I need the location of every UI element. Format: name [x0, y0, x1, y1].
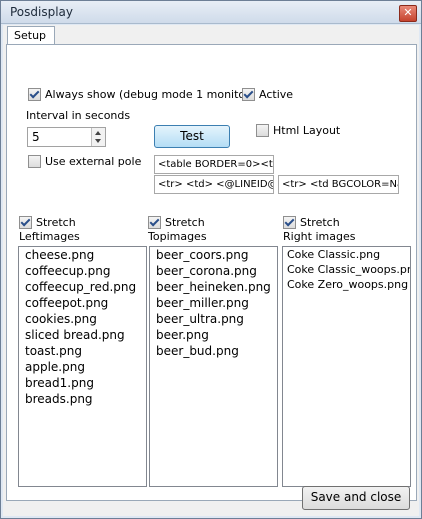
list-item[interactable]: apple.png	[19, 359, 146, 375]
list-item[interactable]: beer_ultra.png	[150, 311, 277, 327]
leftimages-list[interactable]: cheese.png coffeecup.png coffeecup_red.png…	[18, 246, 147, 487]
use-external-pole-label: Use external pole	[45, 155, 142, 168]
list-item[interactable]: Coke Classic.png	[283, 247, 410, 262]
app-window: Posdisplay ✕ Setup Always show (debug mo…	[0, 0, 422, 519]
setup-tab-page: Always show (debug mode 1 monitor) Activ…	[6, 44, 417, 501]
html-layout-label: Html Layout	[273, 124, 341, 137]
list-item[interactable]: bread1.png	[19, 375, 146, 391]
list-item[interactable]: Coke Zero_woops.png	[283, 277, 410, 292]
list-item[interactable]: cookies.png	[19, 311, 146, 327]
list-item[interactable]: beer_bud.png	[150, 343, 277, 359]
list-item[interactable]: toast.png	[19, 343, 146, 359]
topimages-title: Topimages	[148, 230, 207, 243]
stretch-top-checkbox[interactable]	[148, 216, 161, 229]
interval-value: 5	[32, 130, 40, 144]
spinner-up-icon[interactable]	[95, 131, 101, 135]
row-tag-field[interactable]: <tr> <td> <@LINEID@>	[154, 175, 274, 194]
tab-setup[interactable]: Setup	[7, 26, 55, 45]
list-item[interactable]: beer_heineken.png	[150, 279, 277, 295]
title-bar[interactable]: Posdisplay ✕	[1, 1, 421, 24]
table-tag-field[interactable]: <table BORDER=0><tr>	[154, 155, 274, 174]
stretch-left-label: Stretch	[36, 216, 76, 229]
list-item[interactable]: beer_corona.png	[150, 263, 277, 279]
stretch-top-label: Stretch	[165, 216, 205, 229]
leftimages-title: Leftimages	[19, 230, 80, 243]
active-checkbox[interactable]	[242, 88, 255, 101]
list-item[interactable]: beer.png	[150, 327, 277, 343]
active-label: Active	[259, 88, 294, 101]
spinner-down-icon[interactable]	[95, 139, 101, 143]
list-item[interactable]: beer_miller.png	[150, 295, 277, 311]
close-button[interactable]: ✕	[399, 5, 417, 22]
interval-spinner[interactable]: 5	[27, 127, 106, 147]
rightimages-title: Right images	[283, 230, 356, 243]
test-button[interactable]: Test	[154, 125, 230, 148]
client-area: Setup Always show (debug mode 1 monitor)…	[3, 25, 419, 516]
stretch-right-checkbox[interactable]	[283, 216, 296, 229]
always-show-label: Always show (debug mode 1 monitor)	[45, 88, 254, 101]
list-item[interactable]: beer_coors.png	[150, 247, 277, 263]
list-item[interactable]: coffeecup.png	[19, 263, 146, 279]
stretch-left-checkbox[interactable]	[19, 216, 32, 229]
always-show-checkbox[interactable]	[28, 88, 41, 101]
cell-tag-field[interactable]: <tr> <td BGCOLOR=Navy	[278, 175, 399, 194]
rightimages-list[interactable]: Coke Classic.png Coke Classic_woops.png Co…	[282, 246, 411, 487]
html-layout-checkbox[interactable]	[256, 124, 269, 137]
topimages-list[interactable]: beer_coors.png beer_corona.png beer_heinek…	[149, 246, 278, 487]
stretch-right-label: Stretch	[300, 216, 340, 229]
list-item[interactable]: cheese.png	[19, 247, 146, 263]
list-item[interactable]: coffeecup_red.png	[19, 279, 146, 295]
window-title: Posdisplay	[10, 5, 74, 19]
save-and-close-button[interactable]: Save and close	[302, 486, 410, 510]
list-item[interactable]: sliced bread.png	[19, 327, 146, 343]
use-external-pole-checkbox[interactable]	[28, 155, 41, 168]
interval-label: Interval in seconds	[26, 109, 131, 122]
list-item[interactable]: breads.png	[19, 391, 146, 407]
list-item[interactable]: Coke Classic_woops.png	[283, 262, 410, 277]
list-item[interactable]: coffeepot.png	[19, 295, 146, 311]
spinner-buttons[interactable]	[91, 128, 105, 146]
